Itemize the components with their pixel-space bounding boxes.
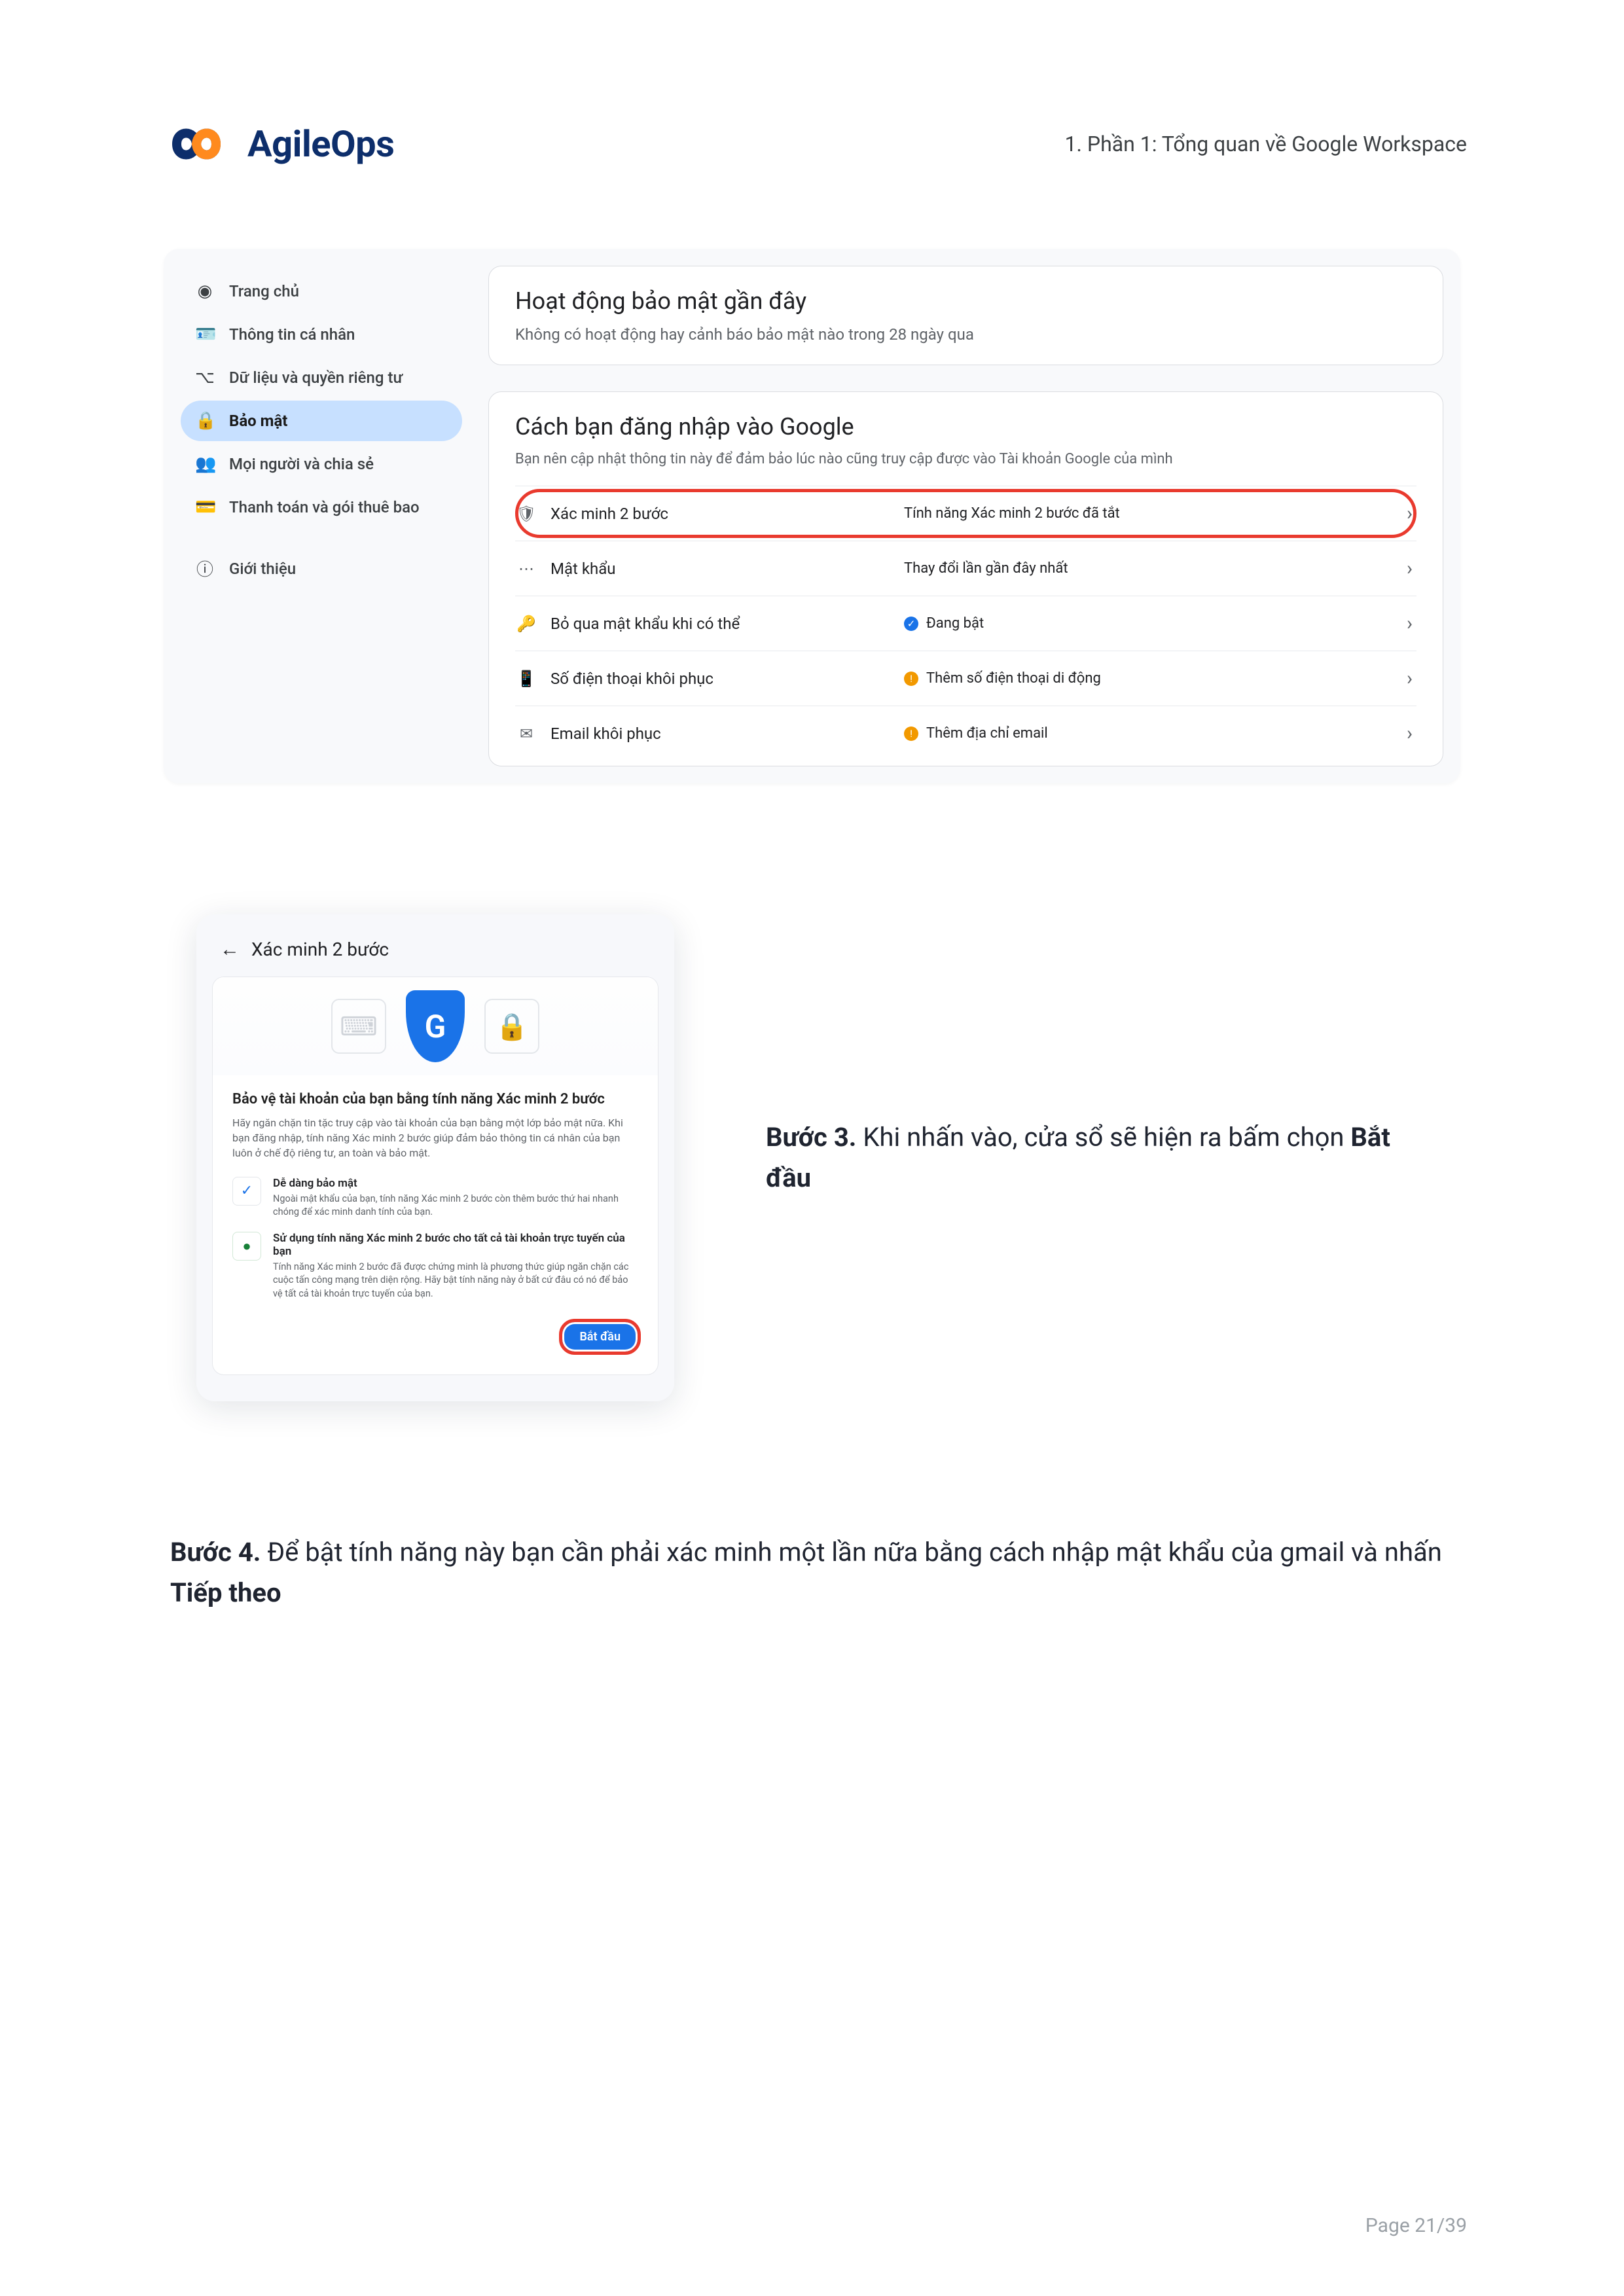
chevron-right-icon: › [1407, 612, 1416, 635]
hero-illustration: ⌨ G 🔒 [213, 977, 658, 1075]
signin-row-4[interactable]: ✉ Email khôi phục !Thêm địa chỉ email › [515, 706, 1416, 761]
check-badge-icon: ✓ [904, 617, 918, 631]
feature-desc: Tính năng Xác minh 2 bước đã được chứng … [273, 1261, 638, 1300]
feature-title: Dễ dàng bảo mật [273, 1177, 638, 1190]
dialog-card: ⌨ G 🔒 Bảo vệ tài khoản của bạn bằng tính… [212, 977, 659, 1375]
page-header: AgileOps 1. Phần 1: Tổng quan về Google … [157, 118, 1467, 170]
row-label: Bỏ qua mật khẩu khi có thể [550, 615, 891, 633]
feature-desc: Ngoài mật khẩu của bạn, tính năng Xác mi… [273, 1193, 638, 1219]
infinity-icon [157, 118, 236, 170]
sidebar-icon: ⌥ [195, 368, 215, 387]
sidebar-item-3[interactable]: 🔒 Bảo mật [181, 401, 462, 441]
chevron-right-icon: › [1407, 502, 1416, 525]
sidebar-icon: 👥 [195, 454, 215, 474]
globe-lock-icon: ● [232, 1232, 261, 1261]
sidebar: ◉ Trang chủ 🪪 Thông tin cá nhân ⌥ Dữ liệu và … [181, 266, 462, 766]
signin-card: Cách bạn đăng nhập vào Google Bạn nên cậ… [488, 391, 1443, 766]
recent-activity-card: Hoạt động bảo mật gần đây Không có hoạt … [488, 266, 1443, 365]
chevron-right-icon: › [1407, 667, 1416, 690]
card-title: Bảo vệ tài khoản của bạn bằng tính năng … [213, 1075, 658, 1115]
sidebar-icon: 💳 [195, 497, 215, 517]
warning-badge-icon: ! [904, 726, 918, 741]
sidebar-item-6[interactable]: ⓘ Giới thiệu [181, 546, 462, 591]
device-icon: ⌨ [331, 999, 386, 1054]
back-arrow-icon[interactable]: ← [220, 938, 240, 961]
row-icon: ✉ [515, 725, 537, 743]
signin-row-1[interactable]: ⋯ Mật khẩu Thay đổi lần gần đây nhất › [515, 541, 1416, 596]
signin-row-3[interactable]: 📱 Số điện thoại khôi phục !Thêm số điện th… [515, 651, 1416, 706]
row-label: Xác minh 2 bước [550, 505, 891, 523]
row-status: Tính năng Xác minh 2 bước đã tắt [904, 505, 1394, 522]
sidebar-item-1[interactable]: 🪪 Thông tin cá nhân [181, 314, 462, 355]
logo-text: AgileOps [247, 122, 394, 166]
breadcrumb: 1. Phần 1: Tổng quan về Google Workspace [1065, 132, 1467, 156]
signin-row-2[interactable]: 🔑 Bỏ qua mật khẩu khi có thể ✓Đang bật › [515, 596, 1416, 651]
step4-text: Bước 4. Để bật tính năng này bạn cần phả… [164, 1532, 1460, 1613]
lock-box-icon: 🔒 [484, 999, 539, 1054]
row-label: Số điện thoại khôi phục [550, 670, 891, 688]
row-label: Email khôi phục [550, 725, 891, 743]
sidebar-item-0[interactable]: ◉ Trang chủ [181, 271, 462, 312]
row-label: Mật khẩu [550, 560, 891, 578]
sidebar-item-label: Thông tin cá nhân [229, 325, 355, 344]
sidebar-item-4[interactable]: 👥 Mọi người và chia sẻ [181, 444, 462, 484]
shield-check-icon: ✓ [232, 1177, 261, 1206]
signin-subtitle: Bạn nên cập nhật thông tin này để đảm bả… [515, 451, 1416, 467]
sidebar-item-label: Giới thiệu [229, 560, 296, 578]
row-status: Thay đổi lần gần đây nhất [904, 560, 1394, 577]
sidebar-item-label: Dữ liệu và quyền riêng tư [229, 368, 403, 387]
warning-badge-icon: ! [904, 672, 918, 686]
row-status: !Thêm số điện thoại di động [904, 670, 1394, 687]
page-footer: Page 21/39 [1365, 2214, 1467, 2237]
row-icon: 📱 [515, 670, 537, 688]
sidebar-item-2[interactable]: ⌥ Dữ liệu và quyền riêng tư [181, 357, 462, 398]
sidebar-item-label: Mọi người và chia sẻ [229, 455, 374, 473]
google-shield-icon: G [406, 990, 465, 1062]
row-icon: 🛡 [515, 505, 537, 523]
start-button[interactable]: Bắt đầu [559, 1319, 641, 1355]
sidebar-item-5[interactable]: 💳 Thanh toán và gói thuê bao [181, 487, 462, 528]
logo: AgileOps [157, 118, 394, 170]
activity-title: Hoạt động bảo mật gần đây [515, 287, 1416, 315]
activity-subtitle: Không có hoạt động hay cảnh báo bảo mật … [515, 325, 1416, 344]
chevron-right-icon: › [1407, 722, 1416, 745]
security-panel: ◉ Trang chủ 🪪 Thông tin cá nhân ⌥ Dữ liệu và … [164, 249, 1460, 783]
feature-title: Sử dụng tính năng Xác minh 2 bước cho tấ… [273, 1232, 638, 1258]
sidebar-item-label: Thanh toán và gói thuê bao [229, 498, 420, 516]
sidebar-icon: ◉ [195, 281, 215, 301]
row-icon: 🔑 [515, 615, 537, 633]
row-status: ✓Đang bật [904, 615, 1394, 632]
sidebar-item-label: Trang chủ [229, 282, 299, 300]
step3-text: Bước 3. Khi nhấn vào, cửa sổ sẽ hiện ra … [766, 1117, 1460, 1198]
sidebar-icon: 🪪 [195, 325, 215, 344]
feature-0: ✓ Dễ dàng bảo mật Ngoài mật khẩu của bạn, … [213, 1170, 658, 1226]
sidebar-icon: ⓘ [195, 556, 215, 581]
two-step-dialog: ← Xác minh 2 bước ⌨ G 🔒 Bảo vệ tài khoản… [196, 914, 674, 1401]
dialog-title: Xác minh 2 bước [251, 939, 389, 960]
sidebar-item-label: Bảo mật [229, 412, 287, 430]
signin-row-0[interactable]: 🛡 Xác minh 2 bước Tính năng Xác minh 2 bướ… [515, 486, 1416, 541]
chevron-right-icon: › [1407, 557, 1416, 580]
feature-1: ● Sử dụng tính năng Xác minh 2 bước cho t… [213, 1225, 658, 1307]
row-status: !Thêm địa chỉ email [904, 725, 1394, 742]
card-desc: Hãy ngăn chặn tin tặc truy cập vào tài k… [213, 1115, 658, 1170]
row-icon: ⋯ [515, 560, 537, 578]
sidebar-icon: 🔒 [195, 411, 215, 431]
signin-title: Cách bạn đăng nhập vào Google [515, 413, 1416, 440]
